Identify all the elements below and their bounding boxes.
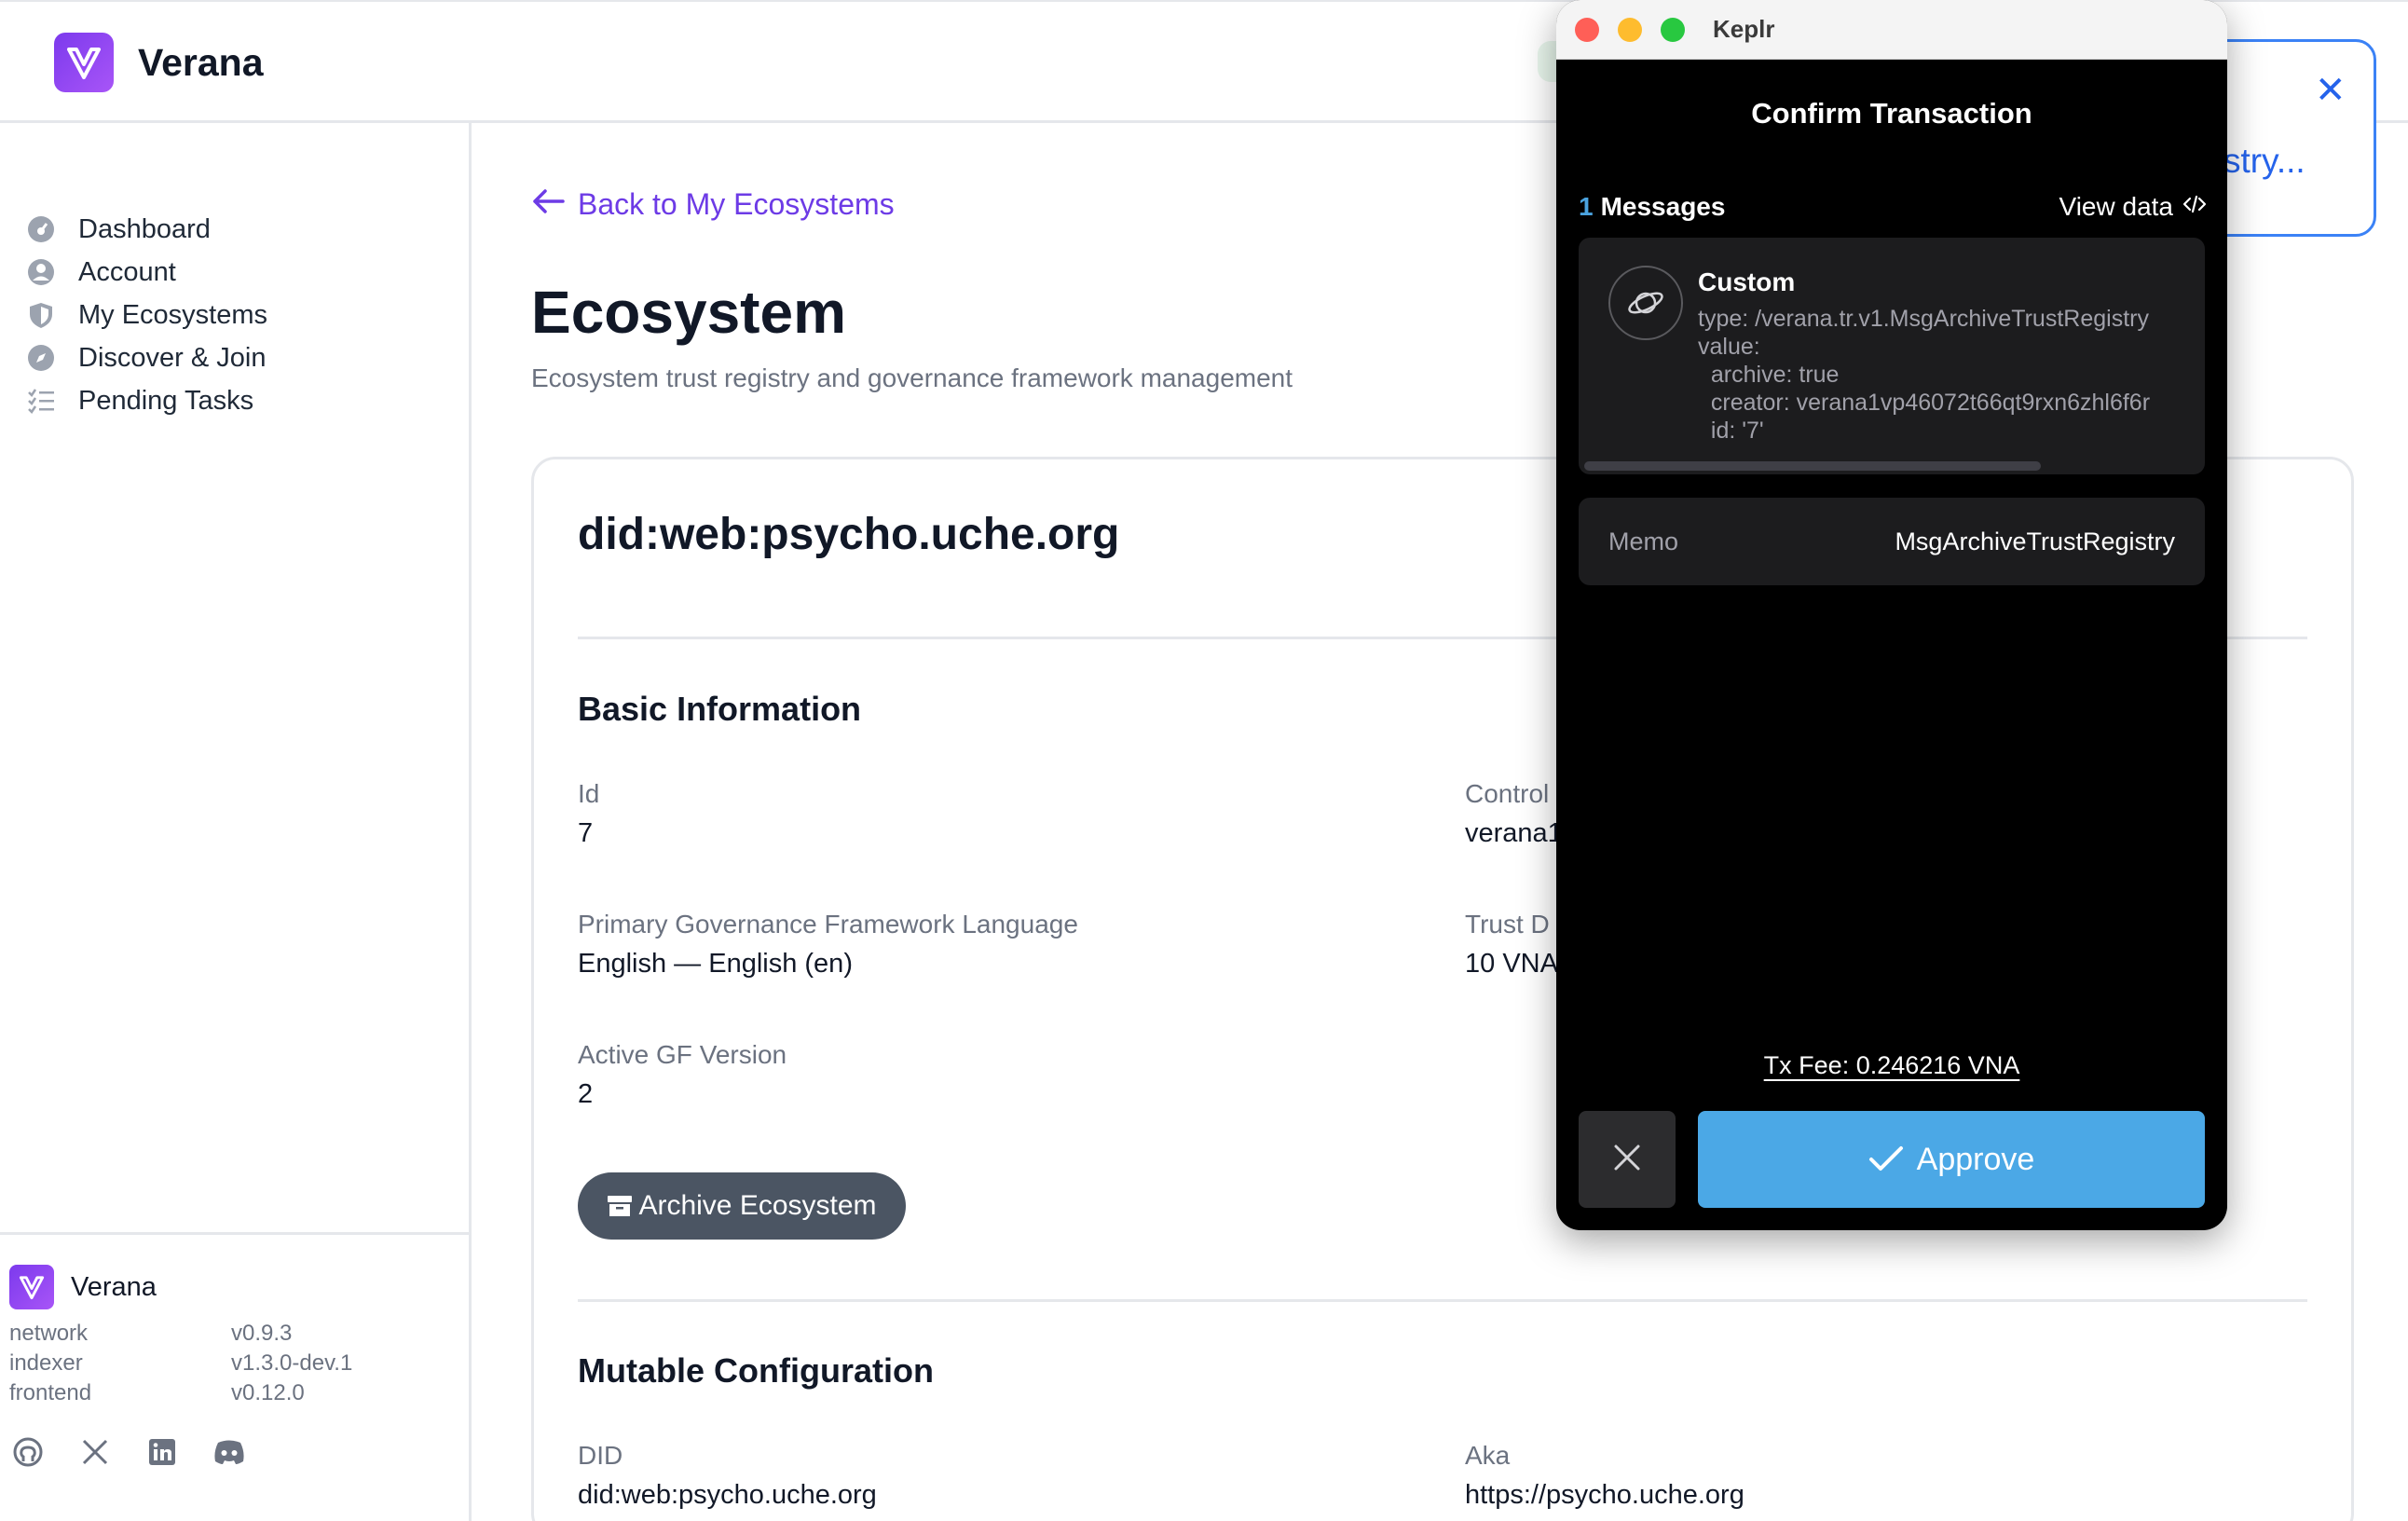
trust-deposit-value: 10 VNA	[1465, 949, 1558, 979]
archive-button-label: Archive Ecosystem	[638, 1190, 877, 1221]
code-icon	[2182, 195, 2207, 219]
memo-label: Memo	[1608, 528, 1679, 555]
footer-brand-name: Verana	[71, 1271, 157, 1302]
sidebar-item-label: My Ecosystems	[78, 299, 268, 330]
did-label: DID	[578, 1441, 623, 1470]
memo-row: Memo MsgArchiveTrustRegistry	[1579, 498, 2205, 585]
message-card: Custom type: /verana.tr.v1.MsgArchiveTru…	[1579, 238, 2205, 474]
toast-close-icon[interactable]: ✕	[2315, 69, 2346, 112]
verana-logo	[54, 33, 114, 92]
sidebar-item-label: Dashboard	[78, 213, 211, 244]
keplr-titlebar: Keplr	[1556, 0, 2227, 60]
code-line: archive: true	[1698, 362, 1840, 388]
code-line: id: '7'	[1698, 418, 1764, 444]
did-value: did:web:psycho.uche.org	[578, 1480, 877, 1510]
footer-brand: Verana	[9, 1265, 157, 1309]
user-circle-icon	[26, 257, 56, 287]
task-list-icon	[26, 386, 56, 416]
approve-label: Approve	[1916, 1141, 2035, 1177]
aka-label: Aka	[1465, 1441, 1511, 1470]
ecosystem-did-title: did:web:psycho.uche.org	[578, 510, 1120, 559]
mutable-config-title: Mutable Configuration	[578, 1351, 934, 1390]
reject-button[interactable]	[1579, 1111, 1676, 1208]
id-value: 7	[578, 818, 594, 848]
messages-count: 1	[1579, 192, 1594, 221]
close-icon	[1612, 1143, 1642, 1177]
linkedin-icon[interactable]	[145, 1435, 179, 1469]
gf-version-value: 2	[578, 1079, 594, 1109]
sidebar-item-account[interactable]: Account	[26, 248, 176, 296]
confirm-transaction-title: Confirm Transaction	[1751, 97, 2032, 130]
window-maximize-button[interactable]	[1661, 18, 1685, 42]
keplr-window: Keplr Confirm Transaction 1 Messages View…	[1556, 0, 2227, 1230]
horizontal-scrollbar[interactable]	[1584, 461, 2041, 471]
sidebar-item-discover[interactable]: Discover & Join	[26, 334, 266, 382]
sidebar-footer: Verana network v0.9.3 indexer v1.3.0-dev…	[0, 1232, 469, 1405]
window-minimize-button[interactable]	[1618, 18, 1642, 42]
sidebar-item-label: Account	[78, 256, 176, 287]
gf-language-label: Primary Governance Framework Language	[578, 910, 1078, 939]
approve-button[interactable]: Approve	[1698, 1111, 2205, 1208]
x-icon[interactable]	[78, 1435, 112, 1469]
code-line: creator: verana1vp46072t66qt9rxn6zhl6f6r	[1698, 390, 2151, 416]
version-value: v1.3.0-dev.1	[231, 1350, 353, 1376]
view-data-button[interactable]: View data	[2059, 192, 2207, 222]
code-line: value:	[1698, 334, 1760, 360]
check-icon	[1868, 1145, 1904, 1173]
dashboard-icon	[26, 214, 56, 244]
archive-box-icon	[607, 1194, 633, 1218]
id-label: Id	[578, 779, 600, 808]
sidebar-item-pending-tasks[interactable]: Pending Tasks	[26, 377, 253, 425]
gf-version-label: Active GF Version	[578, 1040, 787, 1069]
back-link[interactable]: Back to My Ecosystems	[531, 185, 895, 224]
aka-value: https://psycho.uche.org	[1465, 1480, 1744, 1510]
version-key: indexer	[9, 1350, 83, 1376]
tx-fee[interactable]: Tx Fee: 0.246216 VNA	[1556, 1051, 2227, 1080]
planet-icon	[1608, 266, 1683, 340]
code-line: type: /verana.tr.v1.MsgArchiveTrustRegis…	[1698, 306, 2149, 332]
page-subtitle: Ecosystem trust registry and governance …	[531, 363, 1293, 392]
brand-name: Verana	[138, 40, 264, 84]
arrow-left-icon	[531, 185, 565, 224]
discord-icon[interactable]	[212, 1435, 246, 1469]
shield-icon	[26, 300, 56, 330]
compass-icon	[26, 343, 56, 373]
controller-value: verana1	[1465, 818, 1563, 848]
toast-text: stry...	[2223, 142, 2305, 180]
controller-label: Control	[1465, 779, 1550, 808]
back-link-label: Back to My Ecosystems	[578, 186, 895, 221]
archive-ecosystem-button[interactable]: Archive Ecosystem	[578, 1172, 906, 1240]
divider	[578, 1299, 2307, 1302]
sidebar-item-dashboard[interactable]: Dashboard	[26, 205, 211, 254]
messages-label: Messages	[1600, 192, 1726, 221]
sidebar-item-label: Pending Tasks	[78, 385, 254, 416]
version-value: v0.9.3	[231, 1321, 293, 1346]
tx-fee-text: Tx Fee: 0.246216 VNA	[1763, 1051, 2020, 1079]
page-title: Ecosystem	[531, 279, 846, 346]
trust-deposit-label: Trust D	[1465, 910, 1550, 939]
verana-logo	[9, 1265, 54, 1309]
version-key: frontend	[9, 1380, 92, 1405]
sidebar-item-my-ecosystems[interactable]: My Ecosystems	[26, 291, 267, 339]
gf-language-value: English — English (en)	[578, 949, 853, 979]
messages-heading: 1 Messages	[1579, 192, 1725, 222]
github-icon[interactable]	[11, 1435, 45, 1469]
basic-info-title: Basic Information	[578, 690, 862, 728]
sidebar: Dashboard Account My Ecosystems Discover…	[0, 123, 472, 1521]
brand[interactable]: Verana	[54, 33, 264, 92]
message-type-title: Custom	[1698, 267, 1796, 296]
version-value: v0.12.0	[231, 1380, 305, 1405]
window-close-button[interactable]	[1575, 18, 1599, 42]
view-data-label: View data	[2059, 192, 2173, 221]
keplr-window-title: Keplr	[1713, 15, 1775, 43]
sidebar-item-label: Discover & Join	[78, 342, 267, 373]
version-key: network	[9, 1321, 89, 1346]
memo-value: MsgArchiveTrustRegistry	[1895, 528, 2175, 555]
message-code: type: /verana.tr.v1.MsgArchiveTrustRegis…	[1698, 305, 2150, 445]
